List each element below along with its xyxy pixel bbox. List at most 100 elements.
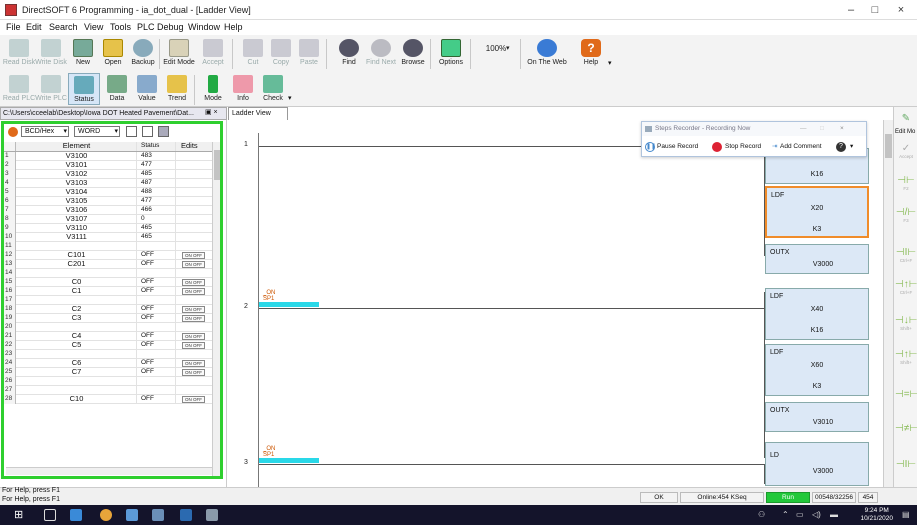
contact-sp1[interactable]: _ON SP1 <box>259 446 319 470</box>
panel-close-icon[interactable]: ▣ × <box>205 108 218 116</box>
write-plc-button[interactable]: Write PLC <box>34 75 68 103</box>
contact-nc-icon[interactable]: ⊣/⊢ F3 <box>895 207 917 223</box>
zoom-dropdown[interactable]: 100% ▾ <box>476 45 516 53</box>
task-view-icon[interactable] <box>44 509 56 521</box>
table-row[interactable]: 27 <box>4 386 212 395</box>
coil-icon[interactable]: ⊣=⊢ <box>895 389 917 400</box>
coil-icon[interactable]: ⊣I⊢ <box>895 459 917 470</box>
new-button[interactable]: New <box>66 39 100 67</box>
edit-mode-button[interactable]: Edit Mode <box>162 39 196 67</box>
table-row[interactable]: 1 V3100 483 <box>4 152 212 161</box>
ladder-scrollbar[interactable] <box>883 120 893 488</box>
on-off-toggle[interactable]: ON OFF <box>182 360 205 367</box>
table-row[interactable]: 28 C10 OFF ON OFF <box>4 395 212 404</box>
write-disk-button[interactable]: Write Disk <box>34 39 68 67</box>
data-view-scrollbar[interactable] <box>212 142 220 476</box>
on-the-web-button[interactable]: On The Web <box>524 39 570 67</box>
maximize-button[interactable]: □ <box>862 2 888 18</box>
page-icon[interactable] <box>126 126 137 137</box>
contact-icon[interactable]: ⊣↓⊢ Shift+ <box>895 315 917 331</box>
table-row[interactable]: 22 C5 OFF ON OFF <box>4 341 212 350</box>
menu-view[interactable]: View <box>84 22 103 32</box>
accept-icon[interactable]: ✓ Accept <box>895 143 917 159</box>
add-comment-button[interactable]: Add Comment <box>780 138 822 156</box>
on-off-toggle[interactable]: ON OFF <box>182 315 205 322</box>
tab-ladder-view[interactable]: Ladder View <box>228 107 288 120</box>
element-cell[interactable] <box>17 377 137 386</box>
element-cell[interactable]: C10 <box>17 395 137 404</box>
stop-record-button[interactable]: Stop Record <box>725 138 761 156</box>
table-row[interactable]: 26 <box>4 377 212 386</box>
app-icon-3[interactable] <box>180 509 192 521</box>
instruction-box-outx[interactable]: OUTX V3010 <box>765 402 869 432</box>
contact-icon[interactable]: ⊣↑⊢ Shift+ <box>895 349 917 365</box>
table-row[interactable]: 14 <box>4 269 212 278</box>
table-row[interactable]: 21 C4 OFF ON OFF <box>4 332 212 341</box>
on-off-toggle[interactable]: ON OFF <box>182 306 205 313</box>
element-cell[interactable]: V3111 <box>17 233 137 242</box>
element-cell[interactable]: C7 <box>17 368 137 377</box>
table-row[interactable]: 3 V3102 485 <box>4 170 212 179</box>
blank-icon[interactable] <box>142 126 153 137</box>
table-row[interactable]: 7 V3106 466 <box>4 206 212 215</box>
find-next-button[interactable]: Find Next <box>364 39 398 67</box>
coil-icon[interactable]: ⊣≠⊢ <box>895 423 917 434</box>
app-icon-1[interactable] <box>126 509 138 521</box>
element-cell[interactable]: C201 <box>17 260 137 269</box>
table-row[interactable]: 6 V3105 477 <box>4 197 212 206</box>
grid-icon[interactable] <box>158 126 169 137</box>
info-button[interactable]: Info <box>226 75 260 103</box>
on-off-toggle[interactable]: ON OFF <box>182 279 205 286</box>
table-row[interactable]: 9 V3110 465 <box>4 224 212 233</box>
menu-search[interactable]: Search <box>49 22 78 32</box>
edit-mode-icon[interactable]: ✎ <box>895 113 917 124</box>
menu-help[interactable]: Help <box>224 22 243 32</box>
data-view-hscrollbar[interactable] <box>6 467 212 475</box>
on-off-toggle[interactable]: ON OFF <box>182 342 205 349</box>
type-select[interactable]: WORD <box>74 126 120 137</box>
instruction-box-ldf-x60[interactable]: LDF X60 K3 <box>765 344 869 396</box>
accept-button[interactable]: Accept <box>196 39 230 67</box>
on-off-toggle[interactable]: ON OFF <box>182 288 205 295</box>
table-row[interactable]: 5 V3104 488 <box>4 188 212 197</box>
menu-tools[interactable]: Tools <box>110 22 131 32</box>
menu-edit[interactable]: Edit <box>26 22 42 32</box>
instruction-box-ld[interactable]: LD V3000 <box>765 442 869 486</box>
menu-debug[interactable]: Debug <box>157 22 184 32</box>
contact-icon[interactable]: ⊣↑⊢ Ctrl+F <box>895 279 917 295</box>
maximize-icon[interactable]: □ <box>820 122 824 136</box>
file-explorer-icon[interactable] <box>70 509 82 521</box>
on-off-toggle[interactable]: ON OFF <box>182 333 205 340</box>
table-row[interactable]: 4 V3103 487 <box>4 179 212 188</box>
paste-button[interactable]: Paste <box>292 39 326 67</box>
table-row[interactable]: 18 C2 OFF ON OFF <box>4 305 212 314</box>
battery-icon[interactable]: ▬ <box>830 510 838 519</box>
options-button[interactable]: Options <box>434 39 468 67</box>
help-button[interactable]: ? Help <box>574 39 608 67</box>
browse-button[interactable]: Browse <box>396 39 430 67</box>
contact-icon[interactable]: ⊣I⊢ Ctrl+F <box>895 247 917 263</box>
people-icon[interactable]: ⚇ <box>758 510 765 519</box>
instruction-box-ldf-x20[interactable]: LDF X20 K3 <box>765 186 869 238</box>
value-button[interactable]: Value <box>130 75 164 103</box>
open-button[interactable]: Open <box>96 39 130 67</box>
close-icon[interactable]: × <box>840 122 844 136</box>
find-button[interactable]: Find <box>332 39 366 67</box>
table-row[interactable]: 10 V3111 465 <box>4 233 212 242</box>
data-button[interactable]: Data <box>100 75 134 103</box>
network-icon[interactable]: ▭ <box>796 510 804 519</box>
table-row[interactable]: 15 C0 OFF ON OFF <box>4 278 212 287</box>
close-button[interactable]: × <box>888 2 914 18</box>
format-select[interactable]: BCD/Hex <box>21 126 69 137</box>
table-row[interactable]: 8 V3107 0 <box>4 215 212 224</box>
menu-plc[interactable]: PLC <box>137 22 155 32</box>
pause-record-button[interactable]: Pause Record <box>657 138 698 156</box>
taskbar-clock[interactable]: 9:24 PM 10/21/2020 <box>860 507 893 523</box>
contact-no-icon[interactable]: ⊣⊢ F2 <box>895 175 917 191</box>
table-row[interactable]: 17 <box>4 296 212 305</box>
table-row[interactable]: 23 <box>4 350 212 359</box>
contact-sp1[interactable]: _ON SP1 <box>259 290 319 314</box>
instruction-box-ldf-x40[interactable]: LDF X40 K16 <box>765 288 869 340</box>
mode-button[interactable]: Mode <box>196 75 230 103</box>
on-off-toggle[interactable]: ON OFF <box>182 396 205 403</box>
